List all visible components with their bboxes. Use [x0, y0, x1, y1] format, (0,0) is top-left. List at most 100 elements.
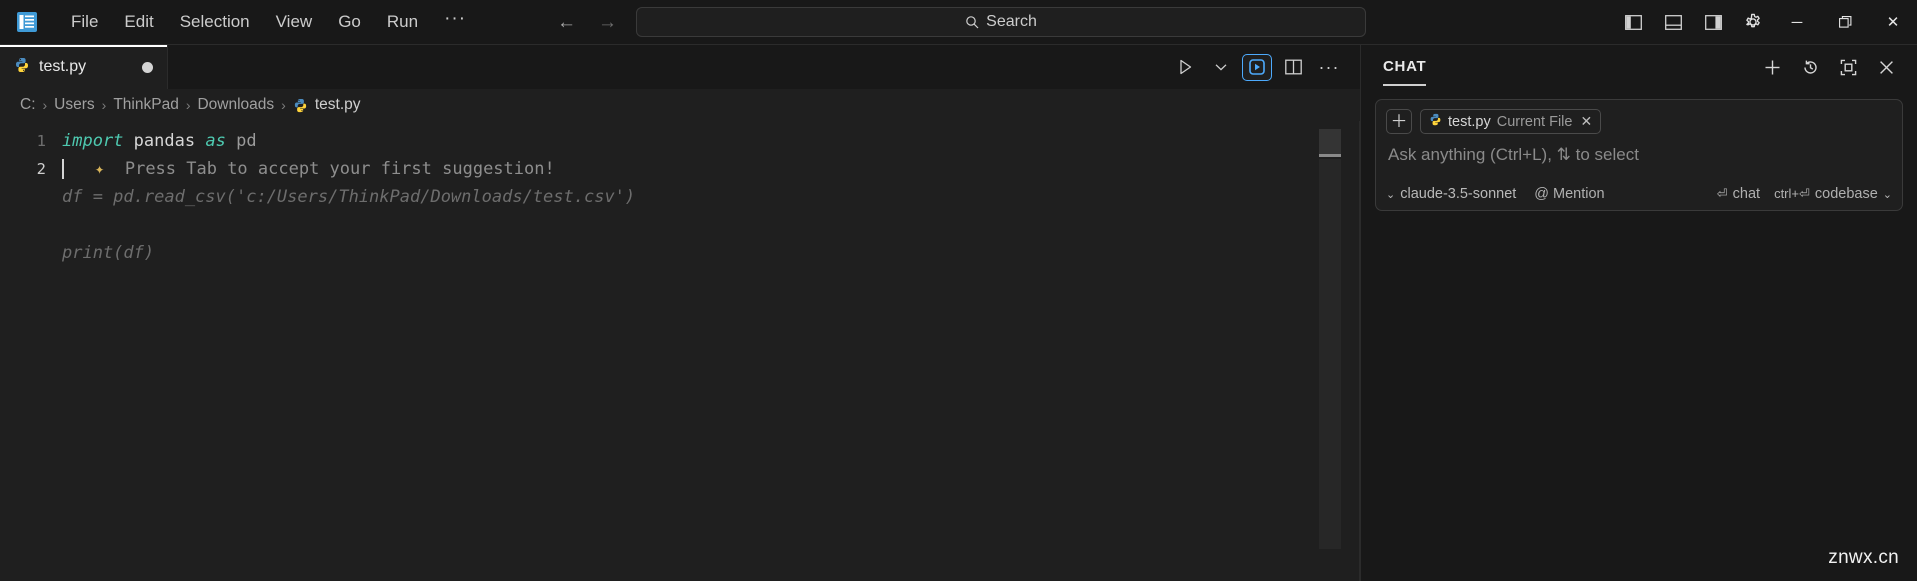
python-file-icon: [293, 98, 308, 113]
chat-composer[interactable]: ＋ test.py Current File ✕ Ask anything (C…: [1375, 99, 1903, 211]
menu-overflow-icon[interactable]: ···: [431, 9, 479, 35]
search-placeholder: Search: [986, 13, 1037, 30]
chevron-down-icon: ⌄: [1386, 188, 1396, 201]
code-editor[interactable]: 1 import pandas as pd 2 ✦ Press Tab to a…: [0, 121, 1360, 581]
editor-minimap[interactable]: [1313, 121, 1347, 581]
model-name: claude-3.5-sonnet: [1400, 186, 1517, 202]
breadcrumb-separator-icon: ›: [185, 97, 191, 113]
at-icon: @: [1534, 186, 1550, 202]
python-file-icon: [14, 57, 30, 78]
composer-footer: ⌄ claude-3.5-sonnet @ Mention ⏎ chat ctr…: [1386, 186, 1892, 202]
workbench-body: test.py ··· C: › Users › ThinkPad › Down…: [0, 45, 1917, 581]
breadcrumb-separator-icon: ›: [281, 97, 286, 113]
run-python-file-button[interactable]: [1240, 52, 1274, 82]
title-bar: File Edit Selection View Go Run ··· ← → …: [0, 0, 1917, 45]
token-as-keyword: as: [205, 131, 226, 151]
watermark: znwx.cn: [1828, 547, 1899, 568]
editor-tab-test-py[interactable]: test.py: [0, 45, 168, 89]
ghost-suggestion-line-3: print(df): [0, 239, 1360, 267]
breadcrumb-item-file[interactable]: test.py: [315, 96, 361, 114]
token-module-name: pandas: [133, 131, 196, 151]
ctrl-enter-key-icon: ctrl+⏎: [1774, 186, 1810, 201]
menu-selection[interactable]: Selection: [167, 7, 263, 37]
enter-key-icon: ⏎: [1716, 186, 1728, 201]
toggle-secondary-sidebar-icon[interactable]: [1693, 0, 1733, 44]
submit-codebase-hint[interactable]: ctrl+⏎ codebase ⌄: [1774, 186, 1892, 202]
close-chat-icon[interactable]: [1869, 51, 1903, 83]
chat-header-actions: [1755, 51, 1903, 83]
model-selector[interactable]: ⌄ claude-3.5-sonnet: [1386, 186, 1516, 202]
context-chip-current-file[interactable]: test.py Current File ✕: [1420, 109, 1602, 134]
maximize-chat-icon[interactable]: [1831, 51, 1865, 83]
ghost-text: df = pd.read_csv('c:/Users/ThinkPad/Down…: [62, 187, 636, 207]
menu-view[interactable]: View: [263, 7, 326, 37]
split-editor-icon[interactable]: [1276, 52, 1310, 82]
menu-bar: File Edit Selection View Go Run ···: [58, 7, 479, 37]
breadcrumb-item-drive[interactable]: C:: [20, 96, 36, 114]
line-number-active: 2: [36, 160, 46, 178]
minimap-slider[interactable]: [1319, 129, 1341, 154]
search-bar[interactable]: Search: [636, 7, 1366, 37]
editor-area: test.py ··· C: › Users › ThinkPad › Down…: [0, 45, 1360, 581]
context-chip-subtitle: Current File: [1496, 113, 1573, 130]
mention-label: Mention: [1553, 186, 1605, 202]
navigation-arrows: ← →: [557, 13, 617, 32]
chat-input[interactable]: Ask anything (Ctrl+L), ⇅ to select: [1386, 143, 1892, 177]
chat-history-icon[interactable]: [1793, 51, 1827, 83]
editor-tab-bar: test.py ···: [0, 45, 1360, 89]
run-options-chevron-down-icon[interactable]: [1204, 52, 1238, 82]
code-line-2: 2 ✦ Press Tab to accept your first sugge…: [0, 155, 1360, 183]
mention-button[interactable]: @ Mention: [1534, 186, 1604, 202]
code-content: 1 import pandas as pd 2 ✦ Press Tab to a…: [0, 121, 1360, 267]
menu-run[interactable]: Run: [374, 7, 431, 37]
new-chat-icon[interactable]: [1755, 51, 1789, 83]
context-chip-filename: test.py: [1448, 113, 1491, 130]
ghost-text: print(df): [62, 243, 155, 263]
chat-header: CHAT: [1361, 45, 1917, 89]
ghost-suggestion-line-2: [0, 211, 1360, 239]
toggle-primary-sidebar-icon[interactable]: [1613, 0, 1653, 44]
gear-icon[interactable]: [1733, 0, 1773, 44]
breadcrumb-item-users[interactable]: Users: [54, 96, 94, 114]
breadcrumb-separator-icon: ›: [42, 97, 48, 113]
minimap-track[interactable]: [1319, 159, 1341, 549]
window-minimize-button[interactable]: ─: [1773, 0, 1821, 44]
search-icon: [965, 15, 979, 29]
window-restore-button[interactable]: [1821, 0, 1869, 44]
tab-label: test.py: [39, 58, 87, 75]
chat-panel: CHAT ＋ test.py Current File ✕ Ask anythi…: [1360, 45, 1917, 581]
go-back-icon[interactable]: ←: [557, 13, 576, 32]
inline-suggestion-hint: Press Tab to accept your first suggestio…: [124, 159, 555, 179]
titlebar-right-actions: ─ ✕: [1613, 0, 1917, 44]
unsaved-indicator-icon[interactable]: [142, 61, 153, 73]
line-number: 1: [36, 132, 46, 150]
codebase-label: codebase: [1814, 186, 1878, 202]
breadcrumb-item-thinkpad[interactable]: ThinkPad: [113, 96, 178, 114]
vscode-window: File Edit Selection View Go Run ··· ← → …: [0, 0, 1917, 581]
submit-chat-hint[interactable]: ⏎ chat: [1717, 186, 1760, 202]
menu-file[interactable]: File: [58, 7, 111, 37]
go-forward-icon[interactable]: →: [598, 13, 617, 32]
editor-more-actions-icon[interactable]: ···: [1312, 52, 1346, 82]
copilot-sparkle-icon: ✦: [94, 159, 105, 178]
submit-chat-label: chat: [1732, 186, 1761, 202]
run-python-file-icon: [1242, 53, 1272, 81]
editor-toolbar: ···: [1168, 45, 1360, 89]
breadcrumb-item-downloads[interactable]: Downloads: [197, 96, 274, 114]
context-row: ＋ test.py Current File ✕: [1386, 109, 1892, 134]
minimap-code-line: [1319, 154, 1341, 157]
menu-edit[interactable]: Edit: [111, 7, 166, 37]
window-close-button[interactable]: ✕: [1869, 0, 1917, 44]
add-context-button[interactable]: ＋: [1386, 109, 1412, 134]
ghost-suggestion-line-1: df = pd.read_csv('c:/Users/ThinkPad/Down…: [0, 183, 1360, 211]
python-file-icon: [1429, 113, 1442, 131]
menu-go[interactable]: Go: [325, 7, 374, 37]
breadcrumb-separator-icon: ›: [101, 97, 107, 113]
toggle-panel-icon[interactable]: [1653, 0, 1693, 44]
run-button[interactable]: [1168, 52, 1202, 82]
breadcrumb: C: › Users › ThinkPad › Downloads › test…: [0, 89, 1360, 121]
chevron-down-icon: ⌄: [1882, 188, 1892, 201]
composer-footer-right: ⏎ chat ctrl+⏎ codebase ⌄: [1717, 186, 1892, 202]
token-import-keyword: import: [62, 131, 124, 151]
remove-context-icon[interactable]: ✕: [1580, 113, 1592, 130]
